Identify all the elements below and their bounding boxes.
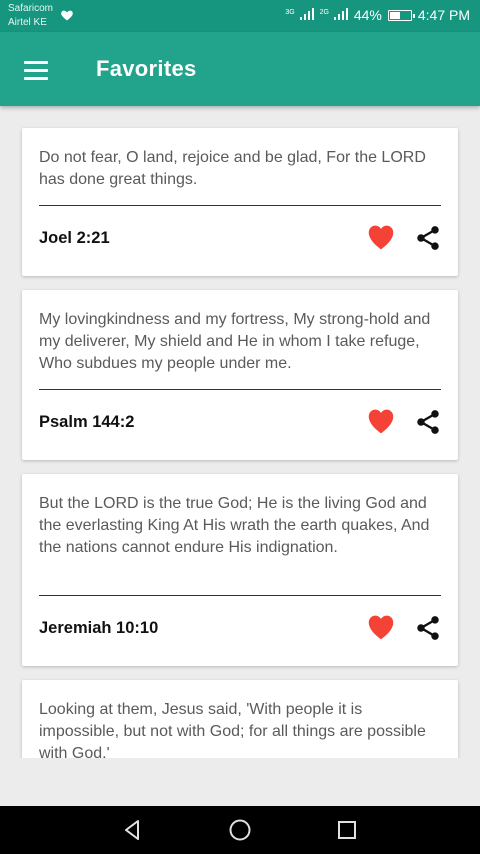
app-bar: Favorites — [0, 32, 480, 106]
signal-icon — [333, 8, 348, 20]
heart-status-icon — [61, 10, 73, 21]
page-title: Favorites — [96, 56, 197, 81]
system-nav-bar — [0, 806, 480, 854]
network-2-label: 2G — [319, 9, 329, 17]
network-1-label: 3G — [285, 9, 295, 17]
battery-icon — [387, 9, 415, 21]
favorite-card[interactable]: But the LORD is the true God; He is the … — [22, 474, 458, 666]
share-icon[interactable] — [414, 408, 442, 436]
verse-text: But the LORD is the true God; He is the … — [39, 495, 430, 556]
favorite-card[interactable]: My lovingkindness and my fortress, My st… — [22, 290, 458, 460]
heart-icon[interactable] — [367, 408, 395, 434]
verse-text: Looking at them, Jesus said, 'With peopl… — [39, 701, 426, 758]
carrier-1-label: Safaricom — [8, 3, 54, 14]
share-icon[interactable] — [414, 224, 442, 252]
battery-percent: 44% — [353, 7, 382, 23]
signal-2: 2G — [320, 7, 348, 23]
signal-1: 3G — [285, 7, 314, 23]
clock: 4:47 PM — [417, 7, 470, 23]
share-icon[interactable] — [414, 614, 442, 642]
heart-icon[interactable] — [367, 614, 395, 640]
favorites-list[interactable]: Do not fear, O land, rejoice and be glad… — [0, 106, 480, 758]
favorite-card[interactable]: Do not fear, O land, rejoice and be glad… — [22, 128, 458, 276]
carrier-2-label: Airtel KE — [8, 17, 47, 28]
divider — [39, 595, 441, 596]
verse-text: My lovingkindness and my fortress, My st… — [39, 311, 431, 372]
divider — [39, 389, 441, 390]
favorite-card[interactable]: Looking at them, Jesus said, 'With peopl… — [22, 680, 458, 758]
heart-icon[interactable] — [367, 224, 395, 250]
home-circle-icon[interactable] — [226, 816, 254, 844]
back-triangle-icon[interactable] — [118, 816, 146, 844]
verse-reference: Joel 2:21 — [39, 229, 110, 247]
status-indicators: 3G 2G 44% 4:47 PM — [285, 7, 470, 23]
divider — [39, 205, 441, 206]
verse-reference: Jeremiah 10:10 — [39, 619, 159, 637]
verse-text: Do not fear, O land, rejoice and be glad… — [39, 149, 426, 188]
verse-reference: Psalm 144:2 — [39, 413, 135, 431]
recent-apps-square-icon[interactable] — [333, 816, 361, 844]
status-bar: Safaricom Airtel KE 3G 2G 44% 4:47 PM — [0, 0, 480, 32]
hamburger-menu-icon[interactable] — [16, 50, 56, 90]
signal-icon — [299, 8, 314, 20]
